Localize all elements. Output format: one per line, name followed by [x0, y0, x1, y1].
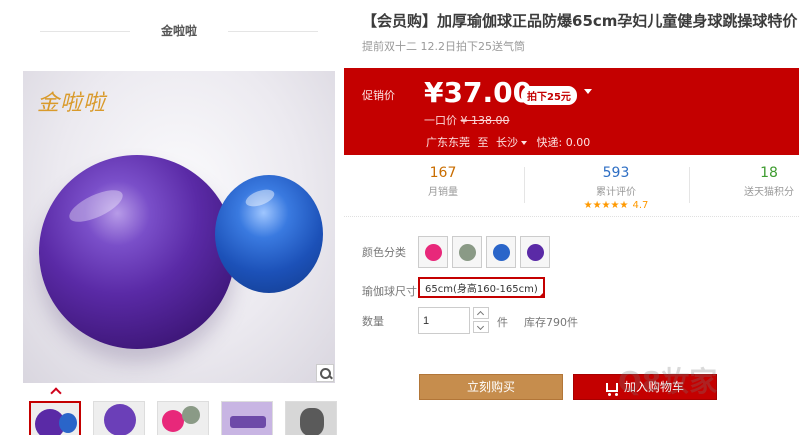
promo-price: ¥37.00 [424, 76, 533, 109]
color-swatch-purple[interactable] [520, 236, 550, 268]
thumbnail-1[interactable] [29, 401, 81, 435]
quantity-label: 数量 [362, 315, 384, 328]
main-product-image[interactable]: 金啦啦 [23, 71, 335, 383]
star-rating-icon: ★★★★★ [583, 200, 629, 211]
monthly-sales: 167 月销量 [414, 165, 472, 198]
original-price: 一口价 ¥ 138.00 [424, 112, 509, 128]
rating-value: 4.7 [632, 200, 649, 211]
reviews[interactable]: 593 累计评价 ★★★★★ 4.7 [566, 165, 666, 211]
coupon-tag[interactable]: 拍下25元 [521, 86, 577, 105]
store-header: 金啦啦 [40, 18, 318, 44]
cart-icon [605, 383, 618, 396]
purple-yoga-ball [39, 155, 235, 349]
ship-to-label: 至 [477, 136, 489, 149]
original-price-value: ¥ 138.00 [460, 114, 510, 127]
chevron-down-icon[interactable] [521, 140, 527, 145]
tmall-points-value: 18 [760, 165, 778, 181]
stats-bar: 167 月销量 593 累计评价 ★★★★★ 4.7 18 送天猫积分 [344, 155, 799, 217]
divider-right [228, 31, 318, 32]
chevron-down-icon[interactable] [584, 89, 592, 94]
stat-divider [524, 167, 525, 203]
quantity-increase-icon[interactable] [473, 307, 489, 319]
color-swatch-pink[interactable] [418, 236, 448, 268]
promo-price-label: 促销价 [362, 89, 395, 102]
stat-divider [689, 167, 690, 203]
color-label: 颜色分类 [362, 246, 406, 259]
monthly-sales-label: 月销量 [428, 187, 458, 198]
quantity-decrease-icon[interactable] [473, 321, 489, 333]
chevron-up-icon[interactable] [51, 386, 61, 396]
thumbnail-5[interactable] [285, 401, 337, 435]
buy-now-label: 立刻购买 [466, 380, 515, 394]
thumbnail-strip [29, 401, 337, 435]
buy-now-button[interactable]: 立刻购买 [419, 374, 563, 400]
ship-to-select[interactable]: 长沙 [496, 136, 518, 149]
thumbnail-2[interactable] [93, 401, 145, 435]
shipping-fee: 快递: 0.00 [536, 136, 591, 149]
thumbnail-3[interactable] [157, 401, 209, 435]
zoom-icon[interactable] [316, 364, 334, 382]
quantity-input[interactable] [418, 307, 470, 334]
brand-logo: 金啦啦 [37, 91, 107, 116]
reviews-count: 593 [602, 165, 630, 181]
quantity-unit: 件 [497, 316, 508, 329]
size-label: 瑜伽球尺寸 [362, 285, 417, 298]
blue-yoga-ball [215, 175, 323, 293]
price-panel: 促销价 ¥37.00 拍下25元 一口价 ¥ 138.00 广东东莞 至 长沙 … [344, 68, 799, 155]
color-swatch-blue[interactable] [486, 236, 516, 268]
watermark: Q8妆家 [618, 365, 718, 398]
product-subtitle: 提前双十二 12.2日拍下25送气筒 [362, 40, 525, 53]
tmall-points-label: 送天猫积分 [744, 187, 794, 198]
reviews-label: 累计评价 [596, 187, 636, 198]
color-swatches [418, 236, 550, 268]
shipping-row: 广东东莞 至 长沙 快递: 0.00 [426, 134, 590, 150]
ship-from: 广东东莞 [426, 136, 470, 149]
original-price-label: 一口价 [424, 114, 457, 127]
stock-count: 库存790件 [524, 316, 578, 329]
tmall-points: 18 送天猫积分 [734, 165, 799, 198]
color-swatch-gray[interactable] [452, 236, 482, 268]
thumbnail-4[interactable] [221, 401, 273, 435]
monthly-sales-value: 167 [429, 165, 457, 181]
product-title: 【会员购】加厚瑜伽球正品防爆65cm孕妇儿童健身球跳操球特价 [362, 12, 798, 30]
size-option-selected[interactable]: 65cm(身高160-165cm) [418, 277, 545, 298]
